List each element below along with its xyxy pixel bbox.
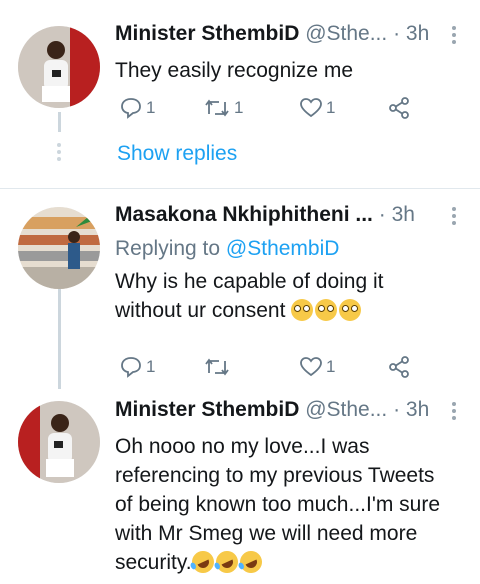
rolling-on-floor-laughing-emoji <box>236 547 266 577</box>
tweet-text-line: with Mr Smeg we will need more <box>115 522 418 545</box>
thread-line <box>58 289 61 389</box>
heart-icon <box>300 98 322 118</box>
like-button[interactable]: 1 <box>299 96 335 120</box>
avatar[interactable] <box>18 207 100 289</box>
reply-count: 1 <box>146 98 156 117</box>
flushed-face-emoji <box>291 299 314 321</box>
mention-link[interactable]: @SthembiD <box>226 237 340 260</box>
author-name[interactable]: Minister SthembiD <box>115 398 299 421</box>
author-handle[interactable]: @Sthe... <box>305 22 387 45</box>
replying-to: Replying to @SthembiD <box>115 235 480 263</box>
separator-dot: · <box>393 22 401 45</box>
tweet-3[interactable]: Minister SthembiD @Sthe... · 3h Oh nooo … <box>0 389 480 584</box>
thread-dots <box>57 143 61 164</box>
reply-button[interactable]: 1 <box>119 355 155 379</box>
tweet-text-line: Why is he capable of doing it <box>115 270 384 293</box>
tweet-text-line: referencing to my previous Tweets <box>115 464 435 487</box>
rolling-on-floor-laughing-emoji <box>212 547 242 577</box>
more-options-icon[interactable] <box>450 402 458 423</box>
reply-count: 1 <box>146 357 156 376</box>
retweet-button[interactable] <box>203 355 231 379</box>
tweet-text-line: without ur consent <box>115 299 286 322</box>
avatar[interactable] <box>18 26 100 108</box>
timestamp[interactable]: 3h <box>392 203 415 226</box>
reply-button[interactable]: 1 <box>119 96 155 120</box>
replying-label: Replying to <box>115 237 221 260</box>
retweet-icon <box>205 99 229 117</box>
tweet-2[interactable]: Masakona Nkhiphitheni ... · 3h Replying … <box>0 189 480 389</box>
reply-icon <box>121 357 141 378</box>
flushed-face-emoji <box>339 299 362 321</box>
reply-icon <box>121 98 141 119</box>
author-name[interactable]: Minister SthembiD <box>115 22 299 45</box>
like-button[interactable]: 1 <box>299 355 335 379</box>
share-icon <box>389 356 409 378</box>
tweet-text-line: Oh nooo no my love...I was <box>115 435 370 458</box>
timestamp[interactable]: 3h <box>406 22 429 45</box>
more-options-icon[interactable] <box>450 26 458 47</box>
author-handle[interactable]: @Sthe... <box>305 398 387 421</box>
tweet-text-line: of being known too much...I'm sure <box>115 493 441 516</box>
separator-dot: · <box>378 203 386 226</box>
tweet-text: Why is he capable of doing it without ur… <box>115 267 480 325</box>
tweet-text-line: security. <box>115 551 192 574</box>
like-count: 1 <box>326 98 336 117</box>
rolling-on-floor-laughing-emoji <box>188 547 218 577</box>
heart-icon <box>300 357 322 377</box>
share-button[interactable] <box>387 96 411 120</box>
show-replies-link[interactable]: Show replies <box>117 142 237 166</box>
thread-line <box>58 112 61 132</box>
retweet-icon <box>205 358 229 376</box>
more-options-icon[interactable] <box>450 207 458 228</box>
like-count: 1 <box>326 357 336 376</box>
separator-dot: · <box>393 398 401 421</box>
tweet-text: Oh nooo no my love...I was referencing t… <box>115 432 480 577</box>
author-name[interactable]: Masakona Nkhiphitheni ... <box>115 203 373 226</box>
avatar[interactable] <box>18 401 100 483</box>
retweet-button[interactable]: 1 <box>203 96 243 120</box>
timestamp[interactable]: 3h <box>406 398 429 421</box>
tweet-text: They easily recognize me <box>115 59 354 82</box>
tweet-1[interactable]: Minister SthembiD @Sthe... · 3h They eas… <box>0 0 480 188</box>
share-icon <box>389 97 409 119</box>
retweet-count: 1 <box>234 98 244 117</box>
share-button[interactable] <box>387 355 411 379</box>
flushed-face-emoji <box>315 299 338 321</box>
